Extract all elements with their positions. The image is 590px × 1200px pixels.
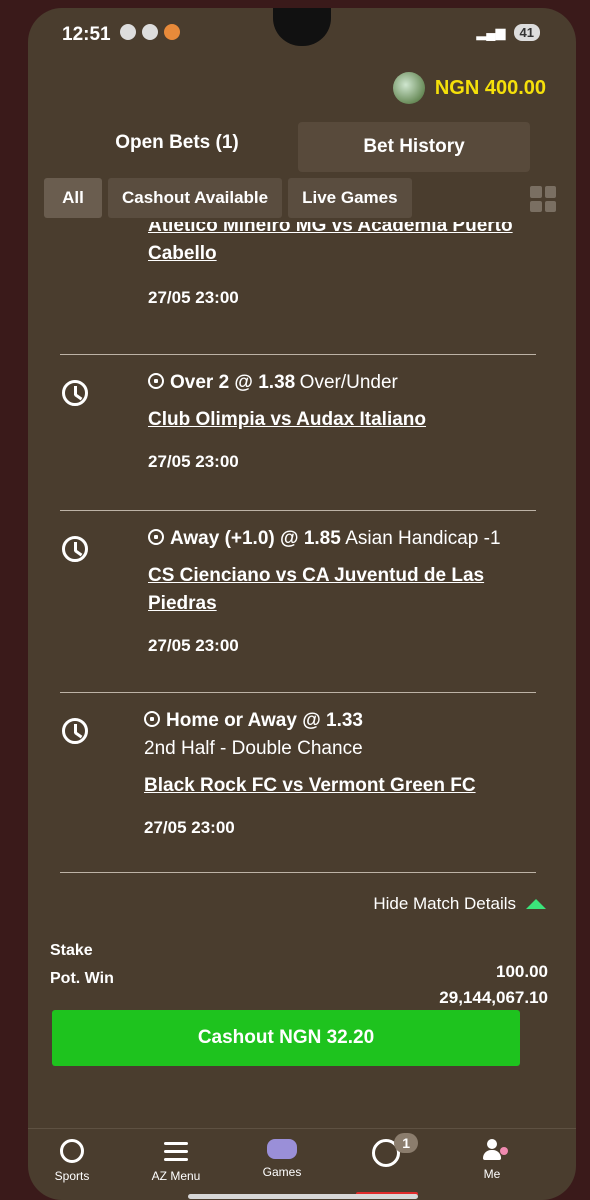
divider (60, 692, 536, 693)
nav-sports[interactable]: Sports (32, 1139, 112, 1183)
divider (60, 872, 536, 873)
nav-sports-label: Sports (54, 1169, 90, 1183)
match-link[interactable]: Club Olimpia vs Audax Italiano (148, 406, 556, 434)
hide-match-details[interactable]: Hide Match Details (373, 894, 546, 914)
avatar[interactable] (392, 72, 425, 104)
match-date: 27/05 23:00 (148, 452, 239, 471)
selection-label: Home or Away @ 1.33 (166, 710, 363, 731)
soccer-ball-icon (148, 529, 164, 545)
battery-indicator: 41 (513, 24, 540, 41)
selection-label: Over 2 @ 1.38 (170, 372, 296, 393)
hide-details-label: Hide Match Details (373, 894, 516, 913)
stake-label: Stake (50, 942, 93, 959)
soccer-ball-icon (148, 373, 164, 389)
user-icon (483, 1139, 501, 1161)
nav-games[interactable]: Games (242, 1139, 322, 1179)
market-label: Asian Handicap -1 (345, 528, 501, 549)
match-date: 27/05 23:00 (144, 818, 235, 837)
clock-icon (62, 718, 88, 744)
match-link[interactable]: Cabello (148, 240, 556, 268)
signal-icon: ▂▄▆ (476, 24, 506, 40)
soccer-ball-icon (60, 1139, 84, 1163)
divider (60, 354, 536, 355)
match-link[interactable]: Atletico Mineiro MG vs Academia Puerto (148, 222, 556, 240)
soccer-ball-icon (144, 711, 160, 727)
match-date: 27/05 23:00 (148, 288, 239, 307)
gamepad-icon (267, 1139, 297, 1159)
nav-cashout[interactable]: 1 (346, 1133, 426, 1173)
phone-screen: 12:51 ▂▄▆ 41 NGN 400.00 Open Bets (1) Be… (28, 8, 576, 1200)
nav-az-menu[interactable]: AZ Menu (136, 1139, 216, 1183)
bell-icon (120, 24, 136, 40)
filter-all[interactable]: All (44, 178, 102, 218)
match-link[interactable]: Black Rock FC vs Vermont Green FC (144, 772, 556, 800)
nav-games-label: Games (262, 1165, 302, 1179)
cashout-badge: 1 (394, 1133, 418, 1153)
bets-tabs: Open Bets (1) Bet History (58, 114, 558, 172)
market-label: 2nd Half - Double Chance (144, 738, 363, 759)
menu-icon (164, 1139, 188, 1163)
chevron-up-icon (526, 899, 546, 909)
camera-notch (273, 8, 331, 46)
nav-me[interactable]: Me (452, 1139, 532, 1181)
bet-list[interactable]: Atletico Mineiro MG vs Academia Puerto C… (50, 222, 556, 1078)
clock-icon (62, 380, 88, 406)
bottom-nav: Sports AZ Menu Games 1 Me (28, 1128, 576, 1200)
nav-az-menu-label: AZ Menu (151, 1169, 201, 1183)
cashout-button[interactable]: Cashout NGN 32.20 (52, 1010, 520, 1066)
home-indicator (188, 1194, 418, 1199)
balance-area[interactable]: NGN 400.00 (392, 72, 546, 104)
divider (60, 510, 536, 511)
status-right-icons: ▂▄▆ 41 (476, 24, 540, 41)
match-link[interactable]: CS Cienciano vs CA Juventud de Las (148, 562, 556, 590)
status-bar: 12:51 ▂▄▆ 41 (28, 8, 576, 60)
tab-open-bets[interactable]: Open Bets (1) (58, 114, 296, 172)
clock-icon (62, 536, 88, 562)
pot-win-value: 29,144,067.10 (439, 988, 548, 1007)
notification-dot (500, 1147, 508, 1155)
match-link[interactable]: Piedras (148, 590, 556, 618)
balance-amount: NGN 400.00 (434, 76, 546, 99)
notification-icons (120, 24, 180, 40)
nav-me-label: Me (483, 1167, 501, 1181)
market-label: Over/Under (299, 372, 398, 393)
app-icon (164, 24, 180, 40)
pot-win-label: Pot. Win (50, 970, 114, 987)
filter-cashout-available[interactable]: Cashout Available (108, 178, 283, 218)
filter-live-games[interactable]: Live Games (288, 178, 412, 218)
tab-bet-history[interactable]: Bet History (298, 122, 530, 172)
selection-label: Away (+1.0) @ 1.85 (170, 528, 341, 549)
status-time: 12:51 (62, 24, 111, 45)
filter-row: All Cashout Available Live Games (44, 178, 564, 220)
app-icon (142, 24, 158, 40)
grid-view-icon[interactable] (530, 186, 556, 212)
match-date: 27/05 23:00 (148, 636, 239, 655)
stake-value: 100.00 (496, 962, 548, 981)
